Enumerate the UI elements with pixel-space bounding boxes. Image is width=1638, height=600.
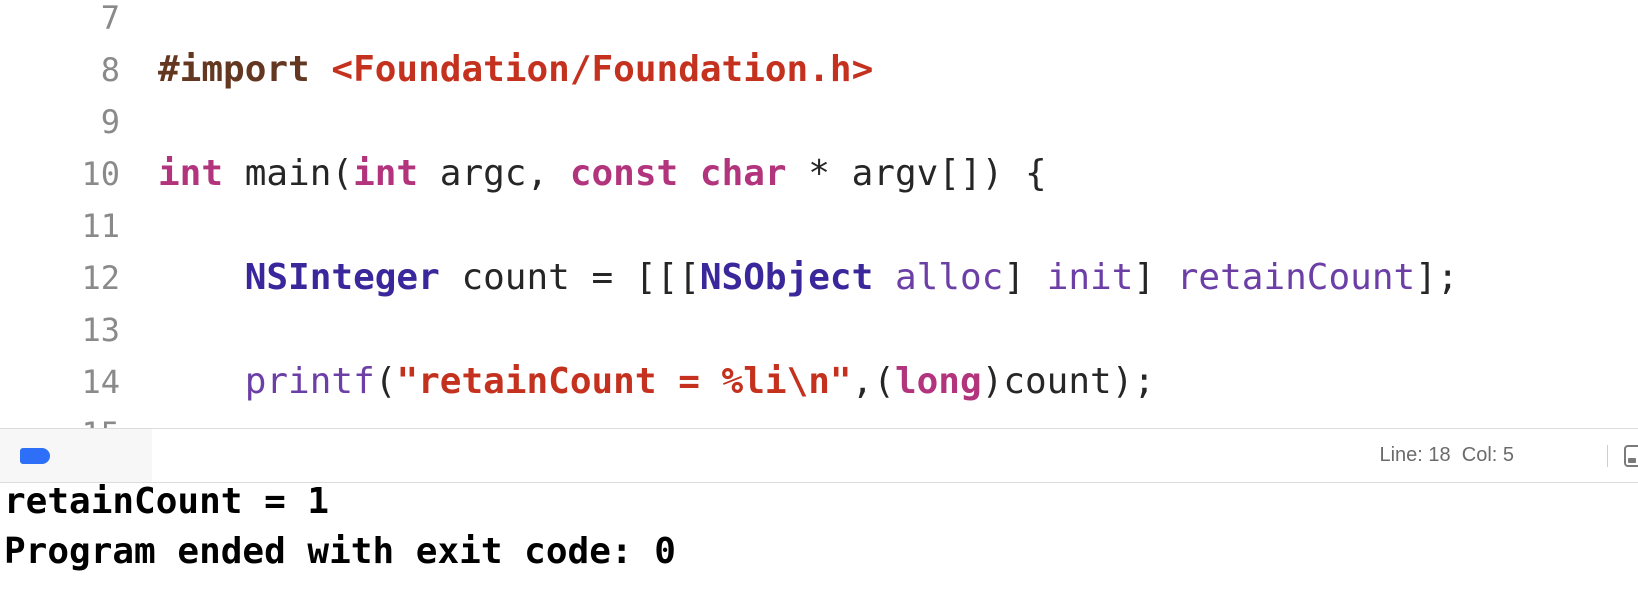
code-token: printf [244,361,375,402]
code-token: char [699,153,787,194]
code-token: const [569,153,679,194]
line-number: 11 [81,207,120,245]
code-token: ]; [1415,257,1459,298]
code-token: ] [1133,257,1177,298]
code-token: count = [[[ [439,257,700,298]
breakpoint-toggle-icon[interactable] [20,448,50,464]
code-line[interactable]: 14 printf("retainCount = %li\n",(long)co… [0,356,1638,408]
xcode-window: 7 8 #import <Foundation/Foundation.h> 9 10 in… [0,0,1638,600]
code-line[interactable]: 11 [0,200,1638,252]
code-token: * argv[]) { [786,153,1047,194]
code-token: <Foundation/Foundation.h> [331,49,874,90]
code-token: retainCount [1176,257,1416,298]
code-token: int [353,153,419,194]
code-line[interactable]: 9 [0,96,1638,148]
panel-toggle-icon[interactable] [1624,445,1638,467]
debug-status-bar: Line: 18 Col: 5 [0,428,1638,483]
line-number: 12 [81,259,120,297]
code-token: argc, [418,153,570,194]
console-output[interactable]: retainCount = 1 Program ended with exit … [0,483,1638,600]
code-token: alloc [894,257,1004,298]
code-text: printf("retainCount = %li\n",(long)count… [158,356,1155,408]
source-editor[interactable]: 7 8 #import <Foundation/Foundation.h> 9 10 in… [0,0,1638,428]
code-line[interactable]: 8 #import <Foundation/Foundation.h> [0,44,1638,96]
code-token: int [158,153,224,194]
code-text: #import <Foundation/Foundation.h> [158,44,873,96]
console-line: Program ended with exit code: 0 [4,531,676,572]
code-token: ( [374,361,397,402]
line-number: 14 [81,363,120,401]
code-line[interactable]: 10 int main(int argc, const char * argv[]… [0,148,1638,200]
code-line[interactable]: 15 [0,408,1638,428]
code-line[interactable]: 7 [0,0,1638,44]
code-line[interactable]: 13 [0,304,1638,356]
code-line[interactable]: 12 NSInteger count = [[[NSObject alloc] … [0,252,1638,304]
line-number: 10 [81,155,120,193]
code-token: init [1046,257,1134,298]
code-token: NSObject [699,257,874,298]
code-token: ,( [851,361,895,402]
code-token: )count); [981,361,1156,402]
line-number: 9 [100,103,120,141]
code-token: "retainCount = %li\n" [396,361,852,402]
line-number: 15 [0,408,120,428]
code-lines: 7 8 #import <Foundation/Foundation.h> 9 10 in… [0,0,1638,428]
line-number: 13 [81,311,120,349]
code-token: main( [223,153,354,194]
status-divider [1607,445,1608,467]
code-text: NSInteger count = [[[NSObject alloc] ini… [158,252,1459,304]
console-line: retainCount = 1 [4,483,330,522]
code-token: #import [158,49,310,90]
line-number: 7 [100,0,120,37]
code-text: int main(int argc, const char * argv[]) … [158,148,1047,200]
cursor-position: Line: 18 Col: 5 [1379,444,1514,466]
code-token: long [894,361,982,402]
code-token: ] [1003,257,1047,298]
line-number: 8 [100,51,120,89]
code-token: NSInteger [244,257,440,298]
